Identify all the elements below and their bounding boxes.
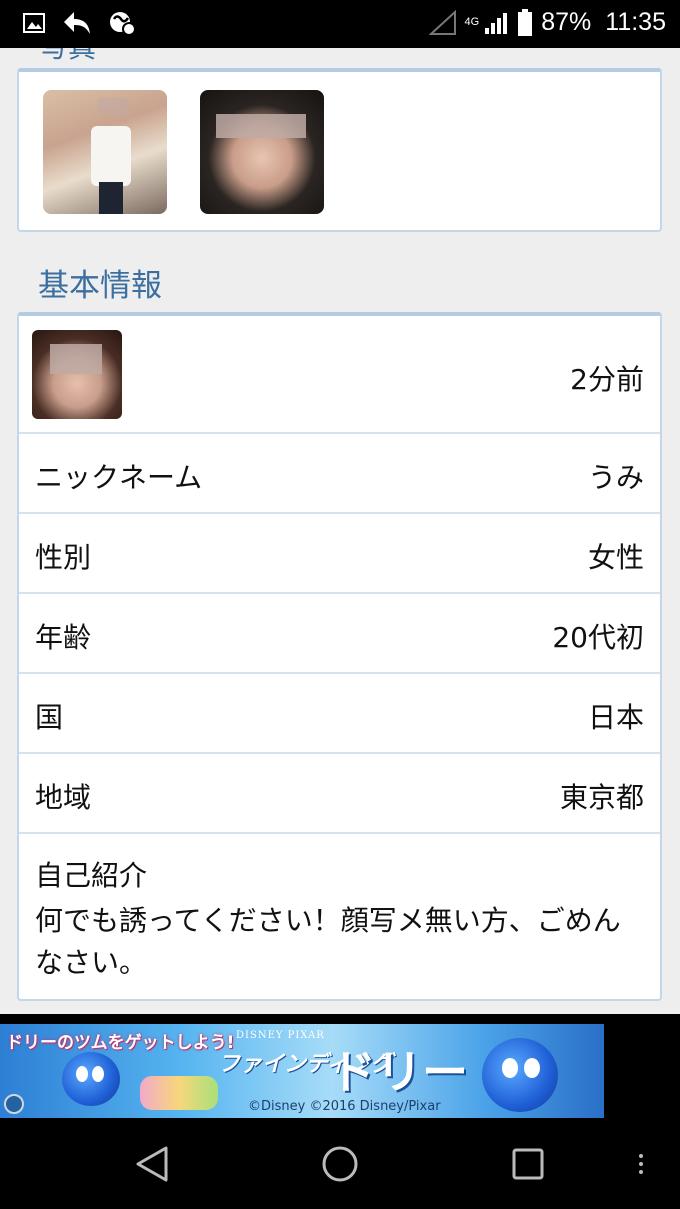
- overflow-menu-icon[interactable]: [636, 1152, 646, 1180]
- info-value: 20代初: [552, 621, 644, 654]
- info-row-age: 年齢 20代初: [19, 594, 660, 674]
- info-value: 女性: [587, 541, 644, 574]
- navigation-bar: [0, 1118, 680, 1209]
- bio-row: 自己紹介 何でも誘ってください！顔写メ無い方、ごめんなさい。: [19, 834, 660, 994]
- info-label: 年齢: [35, 621, 92, 654]
- info-row-nickname: ニックネーム うみ: [19, 434, 660, 514]
- info-row-country: 国 日本: [19, 674, 660, 754]
- battery-percent: 87%: [541, 8, 592, 36]
- info-label: 性別: [35, 541, 92, 574]
- tsum-tsum-logo-icon: [140, 1076, 218, 1110]
- clock: 11:35: [605, 8, 666, 36]
- basic-info-card: 2分前 ニックネーム うみ 性別 女性 年齢 20代初 国 日本 地域 東京都 …: [17, 312, 662, 1001]
- info-value: 東京都: [559, 781, 644, 814]
- info-label: 地域: [35, 781, 92, 814]
- banner-brand: DISNEY PIXAR: [236, 1030, 325, 1041]
- info-value: 日本: [587, 701, 644, 734]
- recents-nav-icon[interactable]: [510, 1144, 546, 1188]
- battery-icon: [517, 8, 533, 37]
- bio-label: 自己紹介: [35, 859, 148, 892]
- info-label: ニックネーム: [35, 461, 203, 494]
- profile-photo-2[interactable]: [200, 90, 324, 214]
- ad-banner[interactable]: ドリーのツムをゲットしよう! DISNEY PIXAR ファインディング ドリー…: [0, 1024, 604, 1118]
- signal-strength-icon: [483, 10, 509, 36]
- no-signal-icon: [428, 9, 457, 36]
- chat-notification-icon: [108, 10, 136, 36]
- network-type: 4G: [464, 16, 480, 28]
- info-row-region: 地域 東京都: [19, 754, 660, 834]
- banner-tagline: ドリーのツムをゲットしよう!: [6, 1033, 235, 1053]
- photos-section-title: 写真: [40, 48, 96, 66]
- gallery-notification-icon: [22, 11, 46, 35]
- info-value: うみ: [587, 461, 644, 494]
- photos-card: [17, 68, 662, 232]
- avatar[interactable]: [32, 330, 122, 419]
- banner-copyright: ©Disney ©2016 Disney/Pixar: [248, 1099, 441, 1114]
- bio-text: 何でも誘ってください！顔写メ無い方、ごめんなさい。: [35, 904, 621, 979]
- dory-face-icon: [482, 1038, 558, 1112]
- profile-content[interactable]: 写真 基本情報 2分前 ニックネーム うみ 性別 女性 年齢 20代初: [0, 48, 680, 1014]
- back-nav-icon[interactable]: [134, 1144, 170, 1188]
- info-label: 国: [35, 701, 64, 734]
- avatar-row: 2分前: [19, 316, 660, 434]
- ad-info-icon[interactable]: [4, 1094, 24, 1114]
- banner-dory-text: ドリー: [330, 1045, 468, 1099]
- last-login: 2分前: [570, 363, 644, 396]
- status-bar: 4G 87% 11:35: [0, 0, 680, 48]
- basic-info-title: 基本情報: [38, 268, 162, 304]
- ad-banner-area: ドリーのツムをゲットしよう! DISNEY PIXAR ファインディング ドリー…: [0, 1014, 680, 1118]
- home-nav-icon[interactable]: [320, 1144, 360, 1188]
- info-row-gender: 性別 女性: [19, 514, 660, 594]
- reply-notification-icon: [62, 10, 92, 36]
- profile-photo-1[interactable]: [43, 90, 167, 214]
- dory-character-icon: [62, 1052, 120, 1106]
